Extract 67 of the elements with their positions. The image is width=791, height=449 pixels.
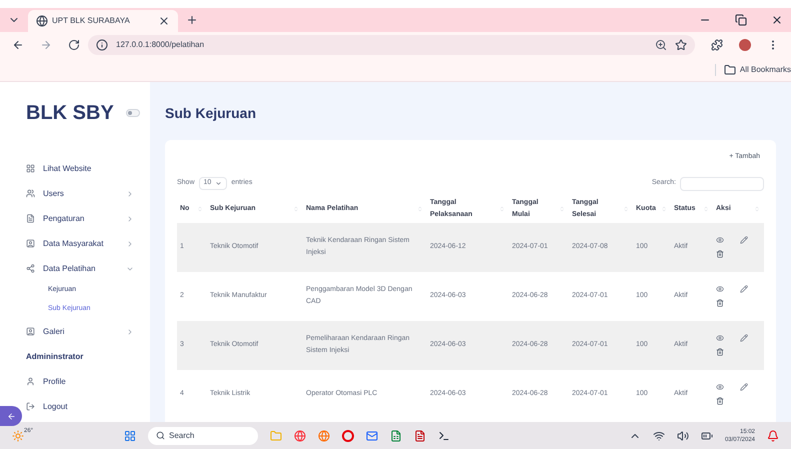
delete-icon[interactable] (716, 397, 724, 405)
zoom-icon[interactable] (655, 39, 667, 51)
sidebar-item[interactable]: Pengaturan (26, 206, 150, 231)
brand-title: BLK SBY (26, 101, 114, 126)
edit-icon[interactable] (740, 334, 748, 342)
sidebar-item[interactable]: Lihat Website (26, 156, 150, 181)
section-heading: Admininstrator (26, 350, 84, 362)
delete-icon[interactable] (716, 250, 724, 258)
globe-icon (36, 15, 48, 27)
profile-avatar[interactable] (739, 39, 751, 51)
mail-icon[interactable] (366, 430, 378, 442)
sidebar-item[interactable]: Data Pelatihan (26, 256, 150, 281)
browser-icon[interactable] (294, 430, 306, 442)
tab-title: UPT BLK SURABAYA (52, 15, 131, 27)
logout-icon (26, 402, 35, 411)
windows-start-icon[interactable] (124, 430, 136, 442)
terminal-icon[interactable] (438, 430, 450, 442)
person-icon (26, 239, 35, 248)
folder-icon (724, 64, 736, 76)
file-icon (26, 214, 35, 223)
edit-icon[interactable] (740, 285, 748, 293)
document-icon[interactable] (414, 430, 426, 442)
view-icon[interactable] (716, 383, 724, 391)
sidebar-item[interactable]: Galeri (26, 319, 150, 344)
extensions-icon[interactable] (711, 39, 723, 51)
page-title: Sub Kejuruan (165, 104, 258, 123)
view-icon[interactable] (716, 236, 724, 244)
star-icon[interactable] (675, 39, 687, 51)
arrow-left-icon (6, 412, 16, 420)
caret-icon (215, 180, 222, 187)
speaker-icon[interactable] (676, 430, 689, 442)
browser-tab[interactable]: UPT BLK SURABAYA (28, 10, 178, 32)
wifi-icon[interactable] (652, 430, 665, 442)
back-icon[interactable] (12, 39, 24, 51)
app-icon[interactable] (342, 430, 354, 442)
edit-icon[interactable] (740, 383, 748, 391)
url-text: 127.0.0.1:8000/pelatihan (116, 39, 206, 51)
reload-icon[interactable] (68, 39, 80, 51)
edit-icon[interactable] (740, 236, 748, 244)
info-icon (96, 39, 108, 51)
search-field[interactable] (680, 176, 764, 190)
sidebar-item[interactable]: Profile (26, 369, 150, 394)
close-icon[interactable] (771, 14, 783, 26)
bell-icon[interactable] (767, 430, 779, 442)
new-tab-icon[interactable] (186, 14, 198, 26)
sidebar-item[interactable]: Data Masyarakat (26, 231, 150, 256)
address-bar[interactable]: 127.0.0.1:8000/pelatihan (88, 35, 695, 55)
delete-icon[interactable] (716, 348, 724, 356)
close-icon[interactable] (158, 15, 170, 27)
search-icon (156, 431, 165, 440)
share-icon (26, 264, 35, 273)
view-icon[interactable] (716, 285, 724, 293)
person-icon (26, 377, 35, 386)
person-icon (26, 327, 35, 336)
spreadsheet-icon[interactable] (390, 430, 402, 442)
sidebar-item[interactable]: Logout (26, 394, 150, 419)
grid-icon (26, 164, 35, 173)
users-icon (26, 189, 35, 198)
taskbar-search-field[interactable]: Search (148, 426, 258, 444)
sidebar-item[interactable]: Users (26, 181, 150, 206)
collapse-sidebar-button[interactable] (0, 406, 22, 426)
battery-icon[interactable] (700, 430, 713, 442)
delete-icon[interactable] (716, 299, 724, 307)
bookmarks-button[interactable]: All Bookmarks (714, 64, 791, 76)
restore-icon[interactable] (735, 14, 747, 26)
theme-toggle[interactable] (126, 109, 140, 117)
view-icon[interactable] (716, 334, 724, 342)
